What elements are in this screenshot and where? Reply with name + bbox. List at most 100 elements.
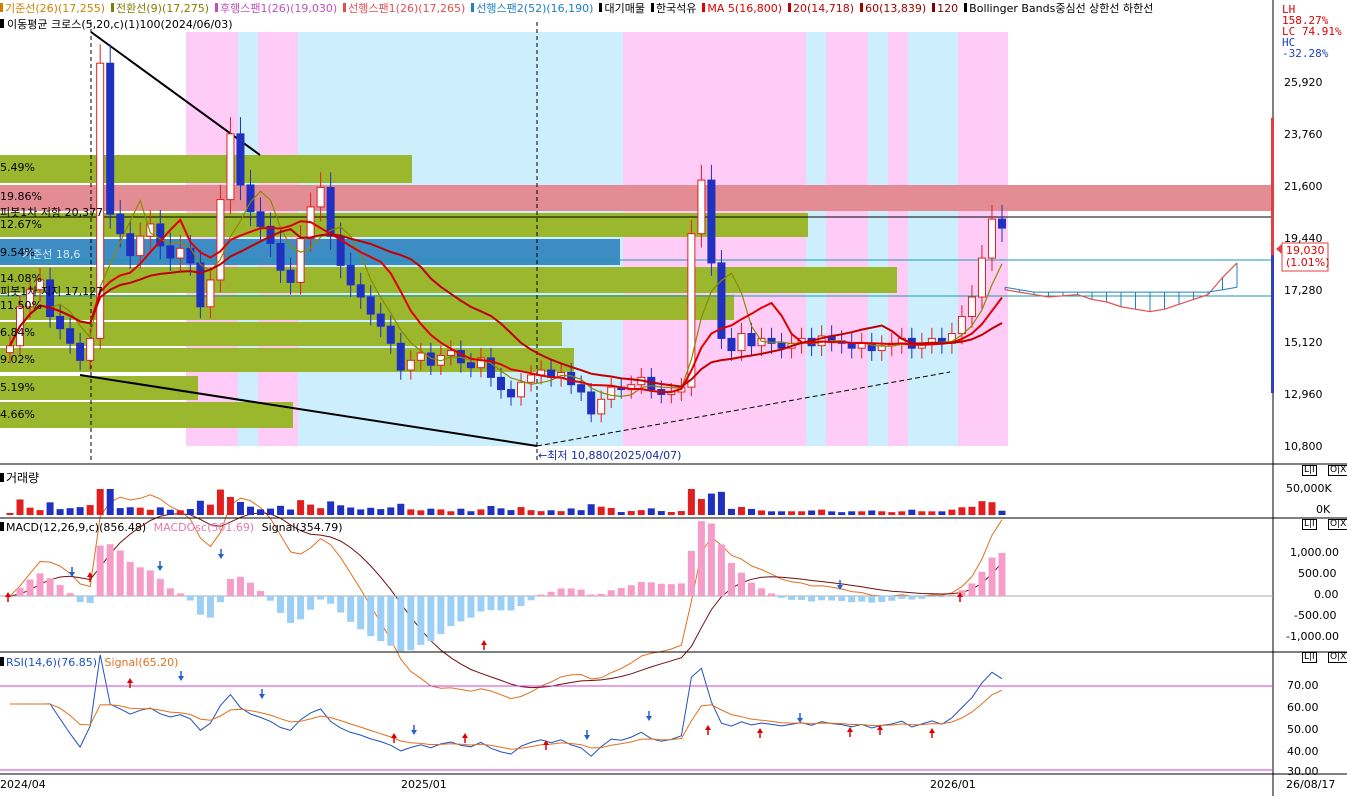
volume-bar [277, 505, 285, 515]
macd-osc-bar [257, 590, 265, 596]
candle-up [446, 350, 455, 356]
volume-bar [457, 508, 465, 515]
candle-up [987, 218, 996, 259]
candle-up [86, 337, 95, 361]
volume-bar [858, 511, 866, 515]
macd-osc-bar [617, 587, 625, 596]
macd-osc-bar [517, 596, 525, 606]
candle-up [226, 133, 235, 201]
volume-bar [86, 505, 94, 515]
volume-bar [196, 500, 204, 515]
legend-item: 60(13,839) [865, 2, 927, 15]
macd-osc-bar [788, 596, 796, 600]
pct-label: 19.86% [0, 190, 42, 203]
macd-osc-bar [758, 588, 766, 596]
volume-bar [407, 509, 415, 515]
volume-bar [206, 504, 214, 515]
volume-bar [617, 512, 625, 515]
panel-lock-button[interactable]: L|I [1302, 652, 1317, 663]
panel-close-button[interactable]: O|X [1328, 519, 1347, 530]
volume-title: 거래량 [0, 469, 39, 486]
volume-bar [6, 513, 14, 515]
candle-down [366, 296, 375, 315]
tick: 15,120 [1284, 336, 1323, 349]
macd-osc-bar [66, 593, 74, 596]
candle-up [136, 235, 145, 257]
macd-osc-bar [136, 567, 144, 596]
candle-down [106, 62, 115, 215]
volume-bar [246, 506, 254, 515]
macd-osc-bar [297, 596, 305, 620]
low-label: ←최저 10,880(2025/04/07) [538, 447, 681, 463]
macd-osc-bar [277, 596, 285, 613]
pct-label: 14.08% [0, 272, 42, 285]
macd-osc-bar [307, 596, 315, 610]
volume-bar [938, 511, 946, 515]
macd-osc-bar [106, 544, 114, 596]
volume-bar [838, 512, 846, 515]
rsi-label: RSI(14,6)(76.85) [6, 656, 98, 669]
candle-down [56, 315, 65, 330]
macd-osc-bar [557, 588, 565, 596]
x-label: 2026/01 [930, 778, 976, 791]
panel-close-button[interactable]: O|X [1328, 652, 1347, 663]
macd-osc-bar [828, 596, 836, 601]
candle-down [196, 262, 205, 308]
volume-bar [487, 505, 495, 515]
legend-item: 후행스팬1(26)(19,030) [220, 2, 338, 15]
macd-label: MACD(12,26,9,c)(856.48) [6, 521, 147, 534]
volume-bar [317, 508, 325, 515]
macd-osc-bar [427, 596, 435, 642]
volume-bar [677, 511, 685, 515]
macd-osc-bar [687, 550, 695, 596]
macd-osc-bar [928, 596, 936, 598]
volume-title-text: 거래량 [6, 471, 40, 485]
macd-osc-bar [507, 596, 515, 611]
pct-label: 4.66% [0, 408, 35, 421]
macd-osc-bar [537, 594, 545, 596]
macd-osc-bar [858, 596, 866, 602]
macd-osc-bar [146, 570, 154, 596]
tick: 23,760 [1284, 128, 1323, 141]
candle-down [747, 333, 756, 347]
macd-osc-bar [587, 594, 595, 596]
candle-down [567, 372, 576, 386]
tick: 25,920 [1284, 76, 1323, 89]
volume-bar [397, 503, 405, 515]
pct-label: 12.67% [0, 218, 42, 231]
candle-down [466, 362, 475, 369]
volume-bar [136, 507, 144, 515]
volume-bar [347, 507, 355, 515]
macd-osc-bar [377, 596, 385, 642]
macd-osc-bar [287, 596, 295, 623]
panel-lock-button[interactable]: L|I [1302, 465, 1317, 476]
volume-bar [928, 511, 936, 515]
volume-bar [467, 511, 475, 515]
macd-signal-label: Signal(354.79) [261, 521, 343, 534]
volume-bar [377, 509, 385, 515]
macd-osc-label: MACDOsc(501.69) [153, 521, 255, 534]
pct-label: 5.19% [0, 381, 35, 394]
legend-item: 기준선(26)(17,255) [5, 2, 106, 15]
legend-item: 120 [937, 2, 959, 15]
volume-bar [667, 512, 675, 515]
macd-osc-bar [707, 523, 715, 596]
candle-down [256, 211, 265, 227]
macd-osc-bar [26, 579, 34, 596]
macd-osc-bar [878, 596, 886, 602]
panel-lock-button[interactable]: L|I [1302, 519, 1317, 530]
candle-down [346, 264, 355, 286]
candle-up [597, 398, 606, 415]
volume-bar [627, 511, 635, 515]
volume-bar [156, 507, 164, 515]
pct-label: 9.02% [0, 353, 35, 366]
volume-bar [236, 501, 244, 515]
volume-bar [657, 511, 665, 515]
tick: 19,440 [1284, 232, 1323, 245]
volume-bar [908, 509, 916, 515]
volume-bar [497, 508, 505, 515]
x-label: 2024/04 [0, 778, 46, 791]
panel-close-button[interactable]: O|X [1328, 465, 1347, 476]
volume-bar [216, 489, 224, 515]
candle-up [406, 359, 415, 371]
